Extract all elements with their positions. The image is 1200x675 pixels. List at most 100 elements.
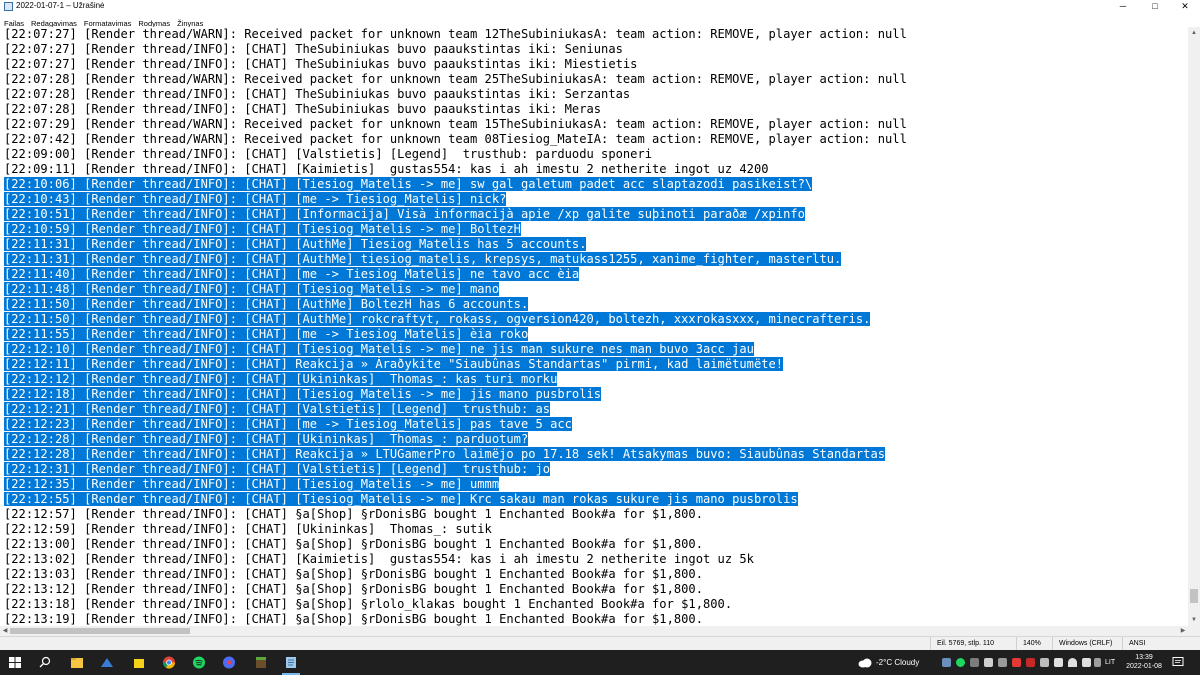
tray-extra-icon[interactable]	[1094, 658, 1101, 667]
spotify-button[interactable]	[184, 650, 214, 675]
line-text: [22:13:00] [Render thread/INFO]: [CHAT] …	[4, 537, 703, 551]
tray-chat-icon[interactable]	[970, 658, 979, 667]
search-button[interactable]	[30, 650, 60, 675]
editor-line[interactable]: [22:12:31] [Render thread/INFO]: [CHAT] …	[0, 462, 1188, 477]
tray-antivirus-icon[interactable]	[1026, 658, 1035, 667]
selected-line-text: [22:11:55] [Render thread/INFO]: [CHAT] …	[4, 327, 529, 341]
editor-line[interactable]: [22:07:27] [Render thread/INFO]: [CHAT] …	[0, 57, 1188, 72]
selected-line-text: [22:12:35] [Render thread/INFO]: [CHAT] …	[4, 477, 500, 491]
editor-line[interactable]: [22:11:31] [Render thread/INFO]: [CHAT] …	[0, 252, 1188, 267]
window-title: 2022-01-07-1 – Užrašinė	[16, 1, 105, 10]
editor-line[interactable]: [22:07:29] [Render thread/WARN]: Receive…	[0, 117, 1188, 132]
sticky-notes-button[interactable]	[124, 650, 154, 675]
editor-line[interactable]: [22:07:27] [Render thread/INFO]: [CHAT] …	[0, 42, 1188, 57]
editor-line[interactable]: [22:07:27] [Render thread/WARN]: Receive…	[0, 27, 1188, 42]
editor-line[interactable]: [22:12:35] [Render thread/INFO]: [CHAT] …	[0, 477, 1188, 492]
editor-line[interactable]: [22:11:40] [Render thread/INFO]: [CHAT] …	[0, 267, 1188, 282]
editor-line[interactable]: [22:12:11] [Render thread/INFO]: [CHAT] …	[0, 357, 1188, 372]
scroll-left-icon[interactable]: ◀	[0, 626, 10, 636]
editor-line[interactable]: [22:13:12] [Render thread/INFO]: [CHAT] …	[0, 582, 1188, 597]
minimize-button[interactable]: ─	[1108, 0, 1138, 13]
taskbar: -2°C Cloudy LIT 13:39 2022-01-08	[0, 650, 1200, 675]
editor-line[interactable]: [22:11:31] [Render thread/INFO]: [CHAT] …	[0, 237, 1188, 252]
selected-line-text: [22:11:50] [Render thread/INFO]: [CHAT] …	[4, 312, 871, 326]
notification-icon[interactable]	[1172, 656, 1184, 668]
scroll-up-icon[interactable]: ▲	[1188, 27, 1200, 39]
editor-line[interactable]: [22:10:59] [Render thread/INFO]: [CHAT] …	[0, 222, 1188, 237]
editor-line[interactable]: [22:12:23] [Render thread/INFO]: [CHAT] …	[0, 417, 1188, 432]
editor-line[interactable]: [22:13:19] [Render thread/INFO]: [CHAT] …	[0, 612, 1188, 626]
file-explorer-button[interactable]	[62, 650, 92, 675]
close-button[interactable]: ✕	[1170, 0, 1200, 13]
editor-line[interactable]: [22:07:28] [Render thread/INFO]: [CHAT] …	[0, 102, 1188, 117]
editor-line[interactable]: [22:11:55] [Render thread/INFO]: [CHAT] …	[0, 327, 1188, 342]
selected-line-text: [22:10:51] [Render thread/INFO]: [CHAT] …	[4, 207, 805, 221]
minecraft-button[interactable]	[246, 650, 276, 675]
status-bar: Eil. 5769, stlp. 110 140% Windows (CRLF)…	[0, 636, 1200, 650]
editor-line[interactable]: [22:13:00] [Render thread/INFO]: [CHAT] …	[0, 537, 1188, 552]
wifi-icon[interactable]	[1068, 658, 1077, 667]
tray-monitor-icon[interactable]	[998, 658, 1007, 667]
editor-line[interactable]: [22:10:06] [Render thread/INFO]: [CHAT] …	[0, 177, 1188, 192]
editor-line[interactable]: [22:09:11] [Render thread/INFO]: [CHAT] …	[0, 162, 1188, 177]
line-text: [22:13:19] [Render thread/INFO]: [CHAT] …	[4, 612, 703, 626]
editor-line[interactable]: [22:10:43] [Render thread/INFO]: [CHAT] …	[0, 192, 1188, 207]
editor-line[interactable]: [22:11:50] [Render thread/INFO]: [CHAT] …	[0, 297, 1188, 312]
selected-line-text: [22:10:59] [Render thread/INFO]: [CHAT] …	[4, 222, 521, 236]
horizontal-scrollbar[interactable]: ◀ ▶	[0, 626, 1188, 636]
editor-line[interactable]: [22:12:55] [Render thread/INFO]: [CHAT] …	[0, 492, 1188, 507]
editor-line[interactable]: [22:11:48] [Render thread/INFO]: [CHAT] …	[0, 282, 1188, 297]
language-indicator[interactable]: LIT	[1105, 650, 1115, 675]
editor-line[interactable]: [22:12:28] [Render thread/INFO]: [CHAT] …	[0, 432, 1188, 447]
blue-app-icon	[101, 658, 113, 667]
editor-line[interactable]: [22:13:03] [Render thread/INFO]: [CHAT] …	[0, 567, 1188, 582]
encoding: ANSI	[1122, 637, 1200, 650]
selected-line-text: [22:12:31] [Render thread/INFO]: [CHAT] …	[4, 462, 551, 476]
speaker-icon[interactable]	[1082, 658, 1091, 667]
horizontal-scroll-thumb[interactable]	[10, 628, 190, 634]
maximize-button[interactable]: □	[1140, 0, 1170, 13]
scroll-right-icon[interactable]: ▶	[1178, 626, 1188, 636]
weather-condition: Cloudy	[894, 658, 920, 667]
editor-line[interactable]: [22:12:10] [Render thread/INFO]: [CHAT] …	[0, 342, 1188, 357]
line-text: [22:07:28] [Render thread/INFO]: [CHAT] …	[4, 102, 602, 116]
editor-line[interactable]: [22:07:42] [Render thread/WARN]: Receive…	[0, 132, 1188, 147]
tray-battery-icon[interactable]	[1054, 658, 1063, 667]
chrome-icon	[163, 656, 175, 669]
selected-line-text: [22:10:43] [Render thread/INFO]: [CHAT] …	[4, 192, 507, 206]
scroll-down-icon[interactable]: ▼	[1188, 614, 1200, 626]
editor-line[interactable]: [22:12:21] [Render thread/INFO]: [CHAT] …	[0, 402, 1188, 417]
tray-app-icon[interactable]	[942, 658, 951, 667]
editor-line[interactable]: [22:12:28] [Render thread/INFO]: [CHAT] …	[0, 447, 1188, 462]
clock-date: 2022-01-08	[1126, 663, 1162, 670]
tray-spotify-icon[interactable]	[956, 658, 965, 667]
menu-bar: Failas Redagavimas Formatavimas Rodymas Žiny…	[0, 13, 1200, 28]
text-editor[interactable]: [22:07:27] [Render thread/WARN]: Receive…	[0, 27, 1188, 626]
notepad-taskbar-button[interactable]	[276, 650, 306, 675]
tray-audio-app-icon[interactable]	[1040, 658, 1049, 667]
blue-app-button[interactable]	[92, 650, 122, 675]
clock[interactable]: 13:39 2022-01-08	[1124, 653, 1164, 671]
chrome-button[interactable]	[154, 650, 184, 675]
editor-line[interactable]: [22:10:51] [Render thread/INFO]: [CHAT] …	[0, 207, 1188, 222]
tray-red-app-icon[interactable]	[1012, 658, 1021, 667]
editor-line[interactable]: [22:13:18] [Render thread/INFO]: [CHAT] …	[0, 597, 1188, 612]
editor-line[interactable]: [22:09:00] [Render thread/INFO]: [CHAT] …	[0, 147, 1188, 162]
disc-app-button[interactable]	[214, 650, 244, 675]
editor-line[interactable]: [22:12:12] [Render thread/INFO]: [CHAT] …	[0, 372, 1188, 387]
vertical-scroll-thumb[interactable]	[1190, 589, 1198, 603]
editor-line[interactable]: [22:12:57] [Render thread/INFO]: [CHAT] …	[0, 507, 1188, 522]
line-endings: Windows (CRLF)	[1052, 637, 1122, 650]
selected-line-text: [22:12:12] [Render thread/INFO]: [CHAT] …	[4, 372, 558, 386]
line-text: [22:13:03] [Render thread/INFO]: [CHAT] …	[4, 567, 703, 581]
vertical-scrollbar[interactable]: ▲ ▼	[1188, 27, 1200, 626]
editor-line[interactable]: [22:07:28] [Render thread/WARN]: Receive…	[0, 72, 1188, 87]
editor-line[interactable]: [22:13:02] [Render thread/INFO]: [CHAT] …	[0, 552, 1188, 567]
zoom-level: 140%	[1016, 637, 1052, 650]
editor-line[interactable]: [22:11:50] [Render thread/INFO]: [CHAT] …	[0, 312, 1188, 327]
editor-line[interactable]: [22:12:18] [Render thread/INFO]: [CHAT] …	[0, 387, 1188, 402]
editor-line[interactable]: [22:12:59] [Render thread/INFO]: [CHAT] …	[0, 522, 1188, 537]
editor-line[interactable]: [22:07:28] [Render thread/INFO]: [CHAT] …	[0, 87, 1188, 102]
tray-gamepad-icon[interactable]	[984, 658, 993, 667]
start-button[interactable]	[0, 650, 30, 675]
